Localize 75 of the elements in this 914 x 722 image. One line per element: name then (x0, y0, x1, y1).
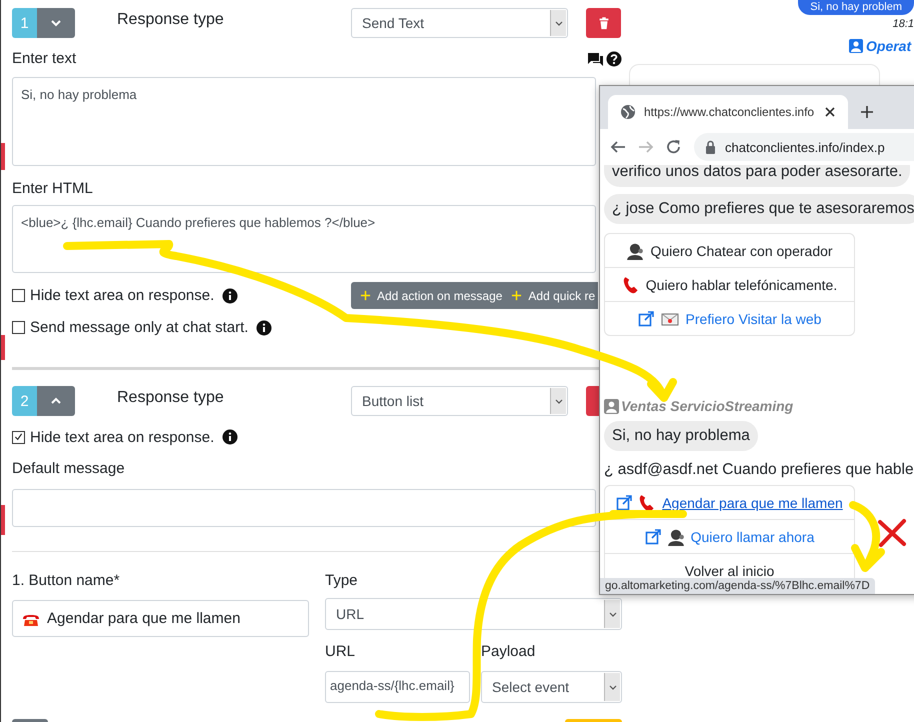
envelope-icon (660, 310, 680, 326)
text-area[interactable]: Si, no hay problema (12, 77, 596, 166)
sender-name: Ventas ServicioStreaming (621, 398, 794, 414)
external-link-icon (616, 494, 632, 510)
external-link-icon (638, 310, 654, 326)
chat-button[interactable]: Quiero hablar telefónicamente. (605, 267, 854, 301)
select-field[interactable]: Button list (351, 386, 568, 416)
text-area[interactable]: <blue>¿ {lhc.email} Cuando prefieres que hablemos ?</blue> (12, 205, 596, 273)
checkbox-label: Send message only at chat start. (30, 319, 248, 336)
select-field[interactable]: Select event (481, 671, 622, 703)
chat-bubble: Si, no hay problema (604, 421, 758, 451)
chat-bubble: verifico unos datos para poder asesorarte. (604, 165, 910, 187)
field-label: 1. Button name* (12, 572, 121, 589)
field-label: Enter HTML (12, 180, 93, 197)
checkbox[interactable] (12, 289, 25, 302)
sender-name: Operat (866, 38, 912, 54)
highlighter-arrow (849, 501, 885, 572)
phone-icon (638, 494, 656, 512)
status-url-tooltip: go.altomarketing.com/agenda-ss/%7Blhc.email%7D (600, 578, 875, 594)
chat-button[interactable]: Quiero llamar ahora (605, 519, 854, 553)
trash-icon (596, 15, 610, 31)
reload-icon[interactable] (666, 139, 682, 155)
input-field[interactable]: Agendar para que me llamen (12, 600, 309, 637)
external-link-icon (644, 528, 661, 544)
new-tab-icon[interactable] (860, 105, 874, 119)
error-marker (1, 335, 5, 360)
checkbox[interactable] (12, 430, 25, 444)
input-field[interactable] (12, 489, 596, 527)
operator-icon (626, 242, 644, 260)
phone-icon (622, 276, 640, 294)
field-label: Payload (481, 643, 536, 660)
select-field[interactable]: Send Text (351, 8, 568, 38)
add-button[interactable]: Add quick re (502, 282, 596, 309)
plus-icon (360, 290, 371, 301)
checkbox-label: Hide text area on response. (30, 428, 214, 446)
select-field[interactable]: URL (325, 598, 622, 630)
globe-icon (620, 104, 636, 120)
message-time: 18:1 (892, 18, 914, 30)
field-label: Response type (117, 389, 225, 407)
checkbox[interactable] (12, 321, 25, 334)
delete-button[interactable] (586, 8, 621, 38)
close-icon[interactable] (824, 106, 836, 118)
field-label: Enter text (12, 50, 76, 67)
field-label: URL (325, 643, 356, 660)
chat-button[interactable]: Agendar para que me llamen (605, 486, 854, 519)
toggle-button[interactable] (37, 386, 75, 416)
help-icon[interactable] (606, 51, 622, 67)
add-button[interactable]: Add action on message (351, 282, 502, 309)
field-label: Default message (12, 460, 125, 477)
info-icon[interactable] (222, 429, 238, 445)
field-label: Response type (117, 11, 225, 29)
address-bar[interactable]: chatconclientes.info/index.p (694, 133, 914, 161)
error-marker (1, 505, 5, 535)
chat-button[interactable]: Quiero Chatear con operador (605, 234, 854, 267)
checkbox-label: Hide text area on response. (30, 287, 214, 304)
lock-icon (704, 140, 717, 154)
toggle-button[interactable] (37, 8, 75, 38)
number-badge: 1 (12, 8, 37, 38)
plus-icon (511, 290, 522, 301)
browser-tab[interactable]: https://www.chatconclientes.info (608, 95, 848, 129)
error-marker (1, 143, 5, 170)
info-icon[interactable] (222, 288, 238, 304)
person-icon (849, 39, 863, 53)
chat-bubble: Si, no hay problem (798, 0, 914, 15)
input-field[interactable]: agenda-ss/{lhc.email} (325, 671, 470, 703)
chat-bubble: ¿ jose Como prefieres que te asesoraremos (604, 194, 914, 224)
operator-icon (666, 528, 685, 546)
person-icon (604, 398, 619, 414)
chat-button[interactable]: Prefiero Visitar la web (605, 301, 854, 335)
chat-message: ¿ asdf@asdf.net Cuando prefieres que hable (604, 461, 914, 479)
number-badge: 2 (12, 386, 37, 416)
chat-icon[interactable] (587, 51, 604, 67)
info-icon[interactable] (256, 320, 272, 336)
cross-mark-icon (878, 519, 906, 547)
back-icon[interactable] (610, 139, 626, 155)
